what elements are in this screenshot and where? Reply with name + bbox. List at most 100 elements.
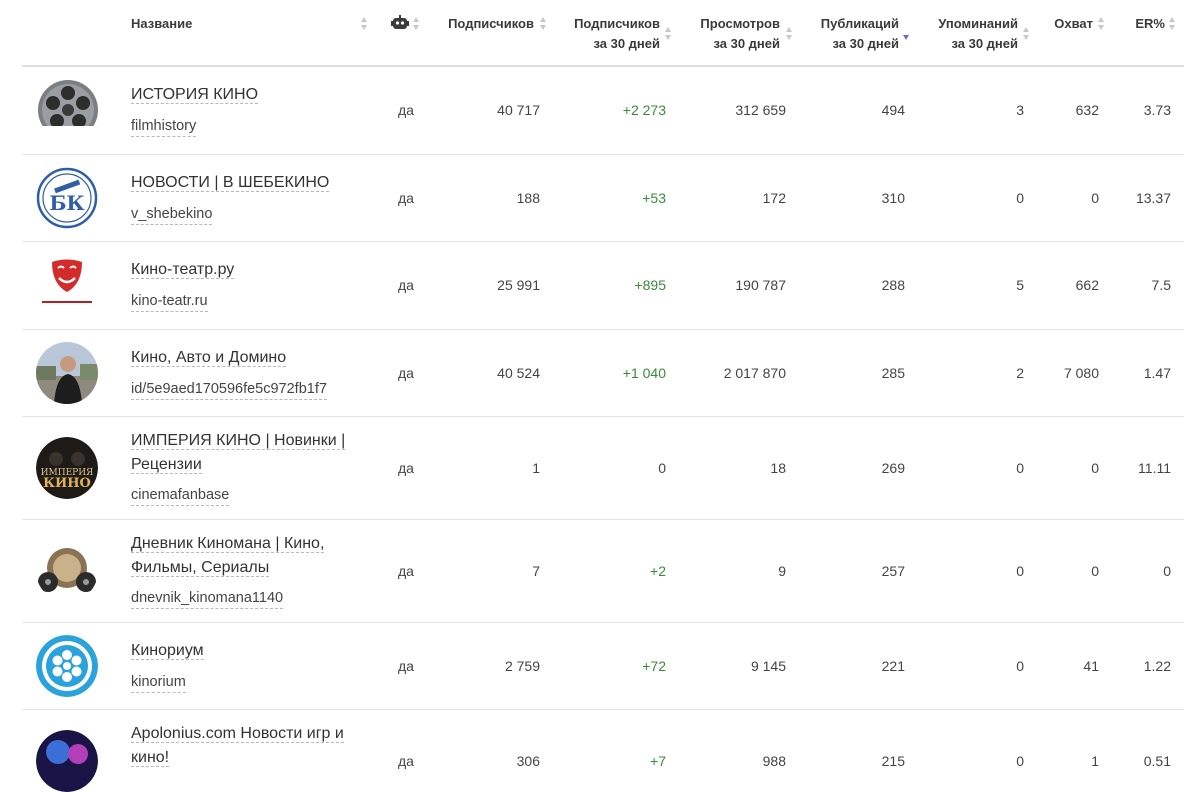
er-cell: 13.37 [1135, 190, 1171, 206]
channel-handle[interactable]: id/5e9aed170596fe5c972fb1f7 [131, 379, 327, 400]
bot-cell: да [398, 658, 414, 674]
channel-name-line-1[interactable]: Apolonius.com Новости игр и [131, 725, 344, 743]
bot-cell: да [398, 365, 414, 381]
views-30d-cell: 172 [762, 190, 786, 206]
column-header-name[interactable]: Название [131, 14, 192, 34]
channel-name[interactable]: Кинориум [131, 642, 204, 660]
film-diary-avatar[interactable] [36, 540, 98, 602]
bot-cell: да [398, 277, 414, 293]
subscribers-30d-cell: +2 [650, 563, 666, 579]
er-cell: 3.73 [1143, 102, 1171, 118]
er-cell: 0.51 [1143, 753, 1171, 769]
channel-name-line-1[interactable]: ИМПЕРИЯ КИНО | Новинки | [131, 432, 346, 450]
subscribers-cell: 2 759 [504, 658, 540, 674]
subscribers-30d-cell: +7 [650, 753, 666, 769]
views-30d-cell: 190 787 [735, 277, 786, 293]
subscribers-cell: 7 [532, 563, 540, 579]
reach-cell: 7 080 [1063, 365, 1099, 381]
channel-handle[interactable]: kinorium [131, 672, 186, 693]
publications-30d-cell: 221 [881, 658, 905, 674]
table-header: Название Подписчиков Подписчиков за 30 д… [0, 0, 1200, 66]
column-header-er[interactable]: ER% [1135, 14, 1165, 34]
film-reel-avatar[interactable] [36, 79, 98, 126]
channel-name-line-2[interactable]: кино! [131, 749, 170, 767]
views-30d-cell: 9 [778, 563, 786, 579]
subscribers-cell: 188 [516, 190, 540, 206]
publications-30d-cell: 215 [881, 753, 905, 769]
subscribers-cell: 25 991 [497, 277, 540, 293]
reach-cell: 0 [1091, 190, 1099, 206]
bot-cell: да [398, 460, 414, 476]
table-row[interactable]: Кино, Авто и Домино id/5e9aed170596fe5c9… [22, 330, 1184, 417]
column-header-subscribers-30d[interactable]: Подписчиков за 30 дней [574, 14, 660, 54]
sort-name-icon[interactable] [361, 16, 368, 32]
column-header-mentions-30d[interactable]: Упоминаний за 30 дней [938, 14, 1018, 54]
column-header-reach[interactable]: Охват [1054, 14, 1093, 34]
bk-logo-avatar[interactable]: БК [36, 167, 98, 229]
sort-mentions-30d-icon[interactable] [1023, 26, 1030, 42]
sort-views-30d-icon[interactable] [786, 26, 793, 42]
column-header-publications-30d[interactable]: Публикаций за 30 дней [821, 14, 899, 54]
subscribers-cell: 40 524 [497, 365, 540, 381]
bot-cell: да [398, 190, 414, 206]
table-row[interactable]: БК НОВОСТИ | В ШЕБЕКИНО v_shebekino да 1… [22, 155, 1184, 242]
mentions-30d-cell: 2 [1016, 365, 1024, 381]
publications-30d-cell: 494 [881, 102, 905, 118]
subscribers-30d-cell: +72 [642, 658, 666, 674]
table-row[interactable]: ИСТОРИЯ КИНО filmhistory да 40 717 +2 27… [22, 67, 1184, 155]
publications-30d-cell: 288 [881, 277, 905, 293]
reach-cell: 662 [1075, 277, 1099, 293]
views-30d-cell: 9 145 [750, 658, 786, 674]
channel-name[interactable]: НОВОСТИ | В ШЕБЕКИНО [131, 174, 330, 192]
table-row[interactable]: Apolonius.com Новости игр и кино! да 306… [22, 710, 1184, 792]
er-cell: 11.11 [1138, 460, 1171, 476]
robot-icon[interactable] [391, 15, 409, 36]
subscribers-30d-cell: +895 [634, 277, 666, 293]
channel-name-line-2[interactable]: Рецензии [131, 456, 202, 474]
views-30d-cell: 988 [762, 753, 786, 769]
mentions-30d-cell: 0 [1016, 753, 1024, 769]
kinorium-reel-avatar[interactable] [36, 635, 98, 697]
channel-name-line-2[interactable]: Фильмы, Сериалы [131, 559, 270, 577]
channel-handle[interactable]: cinemafanbase [131, 485, 230, 506]
table-row[interactable]: Кино-театр.ру kino-teatr.ru да 25 991 +8… [22, 242, 1184, 330]
subscribers-cell: 306 [516, 753, 540, 769]
channel-name[interactable]: ИСТОРИЯ КИНО [131, 86, 259, 104]
publications-30d-cell: 257 [881, 563, 905, 579]
imperia-kino-avatar[interactable]: ИМПЕРИЯ КИНО [36, 437, 98, 499]
channel-handle[interactable]: v_shebekino [131, 204, 213, 225]
channel-handle[interactable]: dnevnik_kinomana1140 [131, 588, 284, 609]
table-row[interactable]: Дневник Киномана | Кино, Фильмы, Сериалы… [22, 520, 1184, 623]
column-header-views-30d[interactable]: Просмотров за 30 дней [700, 14, 780, 54]
svg-text:БК: БК [49, 191, 84, 215]
views-30d-cell: 312 659 [735, 102, 786, 118]
mentions-30d-cell: 0 [1016, 460, 1024, 476]
apolonius-avatar[interactable] [36, 730, 98, 792]
channel-name[interactable]: Кино-театр.ру [131, 261, 235, 279]
reach-cell: 0 [1091, 460, 1099, 476]
sort-bot-icon[interactable] [413, 16, 420, 32]
sort-subscribers-30d-icon[interactable] [665, 26, 672, 42]
publications-30d-cell: 285 [881, 365, 905, 381]
person-photo-avatar[interactable] [36, 342, 98, 404]
mentions-30d-cell: 3 [1016, 102, 1024, 118]
channel-handle[interactable]: kino-teatr.ru [131, 291, 208, 312]
channel-handle[interactable]: filmhistory [131, 116, 197, 137]
sort-publications-30d-icon[interactable] [903, 26, 910, 42]
views-30d-cell: 2 017 870 [723, 365, 786, 381]
subscribers-cell: 1 [532, 460, 540, 476]
reach-cell: 632 [1075, 102, 1099, 118]
kino-teatr-logo-avatar[interactable] [36, 254, 98, 316]
er-cell: 1.22 [1143, 658, 1171, 674]
sort-er-icon[interactable] [1169, 16, 1176, 32]
channel-name-line-1[interactable]: Дневник Киномана | Кино, [131, 535, 325, 553]
reach-cell: 1 [1091, 753, 1099, 769]
table-row[interactable]: Кинориум kinorium да 2 759 +72 9 145 221… [22, 623, 1184, 710]
sort-subscribers-icon[interactable] [540, 16, 547, 32]
column-header-subscribers[interactable]: Подписчиков [448, 14, 534, 34]
sort-reach-icon[interactable] [1098, 16, 1105, 32]
table-row[interactable]: ИМПЕРИЯ КИНО ИМПЕРИЯ КИНО | Новинки | Ре… [22, 417, 1184, 520]
channel-name[interactable]: Кино, Авто и Домино [131, 349, 287, 367]
reach-cell: 41 [1083, 658, 1099, 674]
avatar-text: КИНО [43, 476, 91, 491]
